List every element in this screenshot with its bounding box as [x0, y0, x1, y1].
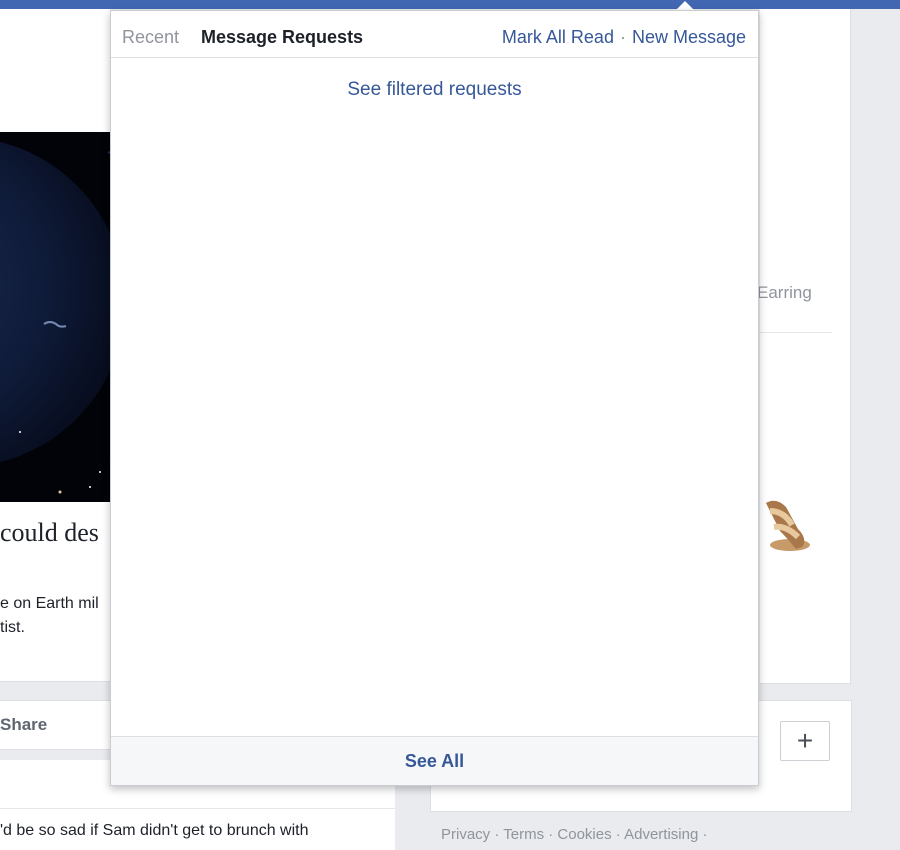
dropdown-caret-icon	[676, 1, 694, 10]
mark-all-read-link[interactable]: Mark All Read	[502, 27, 614, 47]
dropdown-header: Recent Message Requests Mark All Read · Ne…	[111, 11, 758, 58]
divider	[760, 332, 832, 333]
see-filtered-requests-link[interactable]: See filtered requests	[347, 79, 521, 100]
sandal-product-image[interactable]	[760, 495, 812, 557]
separator: ·	[619, 27, 626, 47]
divider	[0, 808, 395, 809]
article-description: e on Earth mil tist.	[0, 592, 110, 640]
tab-message-requests[interactable]: Message Requests	[201, 26, 363, 48]
planet-image	[0, 132, 110, 502]
new-message-link[interactable]: New Message	[632, 27, 746, 47]
messages-dropdown: Recent Message Requests Mark All Read · Ne…	[110, 10, 759, 786]
top-navigation-bar	[0, 0, 900, 9]
dropdown-footer: See All	[111, 736, 758, 785]
tab-recent[interactable]: Recent	[122, 26, 179, 48]
share-button[interactable]: Share	[0, 715, 47, 735]
article-headline[interactable]: could des	[0, 515, 110, 555]
ad-title[interactable]: Earring	[757, 283, 812, 303]
add-button[interactable]: +	[780, 721, 830, 761]
see-all-link[interactable]: See All	[405, 750, 464, 772]
article-image	[0, 132, 110, 502]
post-text: 'd be so sad if Sam didn't get to brunch…	[0, 822, 309, 839]
article-description-line: e on Earth mil	[0, 595, 99, 612]
footer-links[interactable]: Privacy · Terms · Cookies · Advertising …	[441, 826, 707, 843]
sidebar-ad-card	[760, 9, 851, 684]
filtered-requests-row: See filtered requests	[111, 78, 758, 102]
header-actions: Mark All Read · New Message	[502, 26, 746, 48]
article-description-line: tist.	[0, 619, 25, 636]
